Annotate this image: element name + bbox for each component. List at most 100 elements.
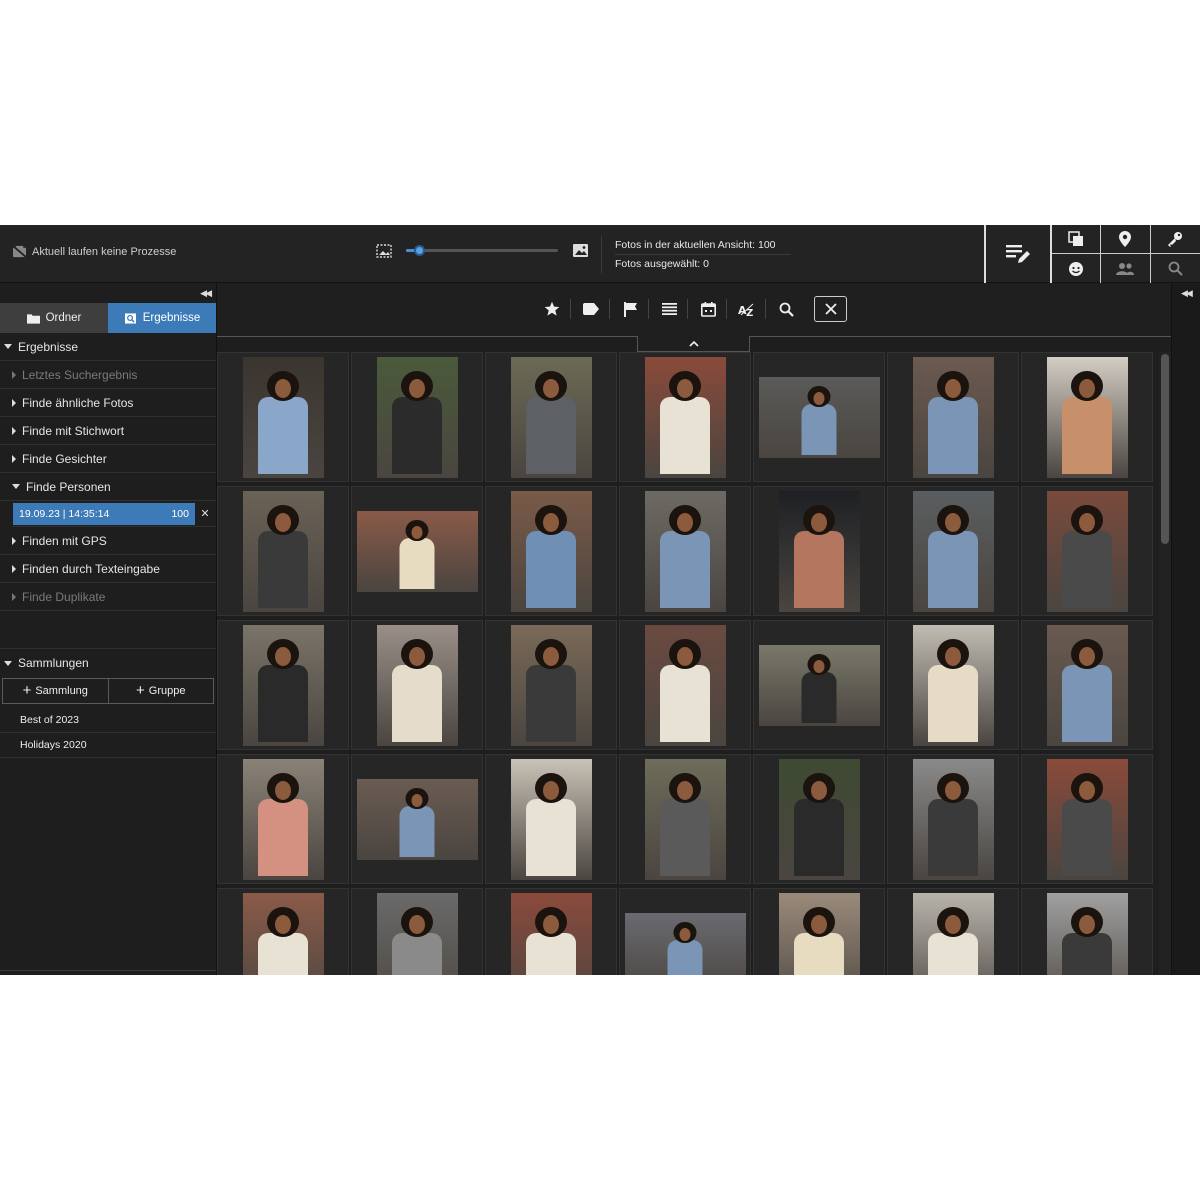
zoom-knob[interactable] xyxy=(413,245,425,256)
thumbnail-size-slider[interactable] xyxy=(376,243,589,258)
photo-thumbnail[interactable] xyxy=(619,754,751,884)
photo-thumbnail[interactable] xyxy=(887,620,1019,750)
sort-az-icon: A Z xyxy=(738,303,754,317)
zoom-track[interactable] xyxy=(406,245,558,256)
sidebar-item-gps[interactable]: Finden mit GPS xyxy=(0,527,216,555)
date-filter-button[interactable] xyxy=(694,296,722,322)
persons-tool-button[interactable] xyxy=(1101,254,1151,283)
sidebar-item-text-input[interactable]: Finden durch Texteingabe xyxy=(0,555,216,583)
photo-thumbnail[interactable] xyxy=(217,486,349,616)
collapse-sidebar-icon[interactable]: ◀◀ xyxy=(200,288,212,299)
label-filter-button[interactable] xyxy=(577,296,605,322)
photo-thumbnail[interactable] xyxy=(887,352,1019,482)
photos-selected: Fotos ausgewählt: 0 xyxy=(615,258,709,270)
photo-thumbnail[interactable] xyxy=(753,620,885,750)
divider xyxy=(648,299,649,319)
photo-thumbnail[interactable] xyxy=(1021,620,1153,750)
photo-image xyxy=(510,892,592,975)
scrollbar-thumb[interactable] xyxy=(1161,354,1169,544)
photo-thumbnail[interactable] xyxy=(887,486,1019,616)
tab-ergebnisse[interactable]: Ergebnisse xyxy=(108,303,216,333)
photo-thumbnail[interactable] xyxy=(753,888,885,975)
results-header[interactable]: Ergebnisse xyxy=(0,333,216,361)
selected-search-result[interactable]: 19.09.23 | 14:35:14 100 ✕ xyxy=(13,501,216,527)
photo-image xyxy=(778,490,860,612)
faces-tool-button[interactable] xyxy=(1052,254,1102,283)
tab-ordner[interactable]: Ordner xyxy=(0,303,108,333)
photo-image xyxy=(912,624,994,746)
rating-filter-button[interactable] xyxy=(538,296,566,322)
divider xyxy=(609,299,610,319)
sort-button[interactable]: A Z xyxy=(733,296,761,322)
people-icon xyxy=(1116,262,1135,275)
photo-thumbnail[interactable] xyxy=(217,754,349,884)
sidebar-item-similar-photos[interactable]: Finde ähnliche Fotos xyxy=(0,389,216,417)
photos-in-view: Fotos in der aktuellen Ansicht: 100 xyxy=(615,236,791,255)
photo-thumbnail[interactable] xyxy=(619,486,751,616)
photo-thumbnail[interactable] xyxy=(887,888,1019,975)
photo-thumbnail[interactable] xyxy=(217,888,349,975)
photo-image xyxy=(912,490,994,612)
photo-thumbnail[interactable] xyxy=(619,352,751,482)
photo-thumbnail[interactable] xyxy=(753,486,885,616)
tab-ergebnisse-label: Ergebnisse xyxy=(142,312,201,324)
expand-panel-icon[interactable]: ◀◀ xyxy=(1181,288,1193,299)
sidebar-item-keyword[interactable]: Finde mit Stichwort xyxy=(0,417,216,445)
flag-filter-button[interactable] xyxy=(616,296,644,322)
photo-thumbnail[interactable] xyxy=(485,620,617,750)
gps-tool-button[interactable] xyxy=(1101,225,1151,254)
photo-thumbnail[interactable] xyxy=(1021,352,1153,482)
edit-metadata-button[interactable] xyxy=(986,225,1052,283)
photo-thumbnail[interactable] xyxy=(217,620,349,750)
photo-image xyxy=(644,758,726,880)
photo-thumbnail[interactable] xyxy=(1021,888,1153,975)
photo-thumbnail[interactable] xyxy=(351,754,483,884)
process-status-text: Aktuell laufen keine Prozesse xyxy=(32,245,177,258)
photo-thumbnail[interactable] xyxy=(485,352,617,482)
collections-header[interactable]: Sammlungen xyxy=(0,649,216,677)
photo-thumbnail[interactable] xyxy=(351,620,483,750)
photo-thumbnail[interactable] xyxy=(351,352,483,482)
photo-thumbnail[interactable] xyxy=(485,754,617,884)
sidebar-item-last-result[interactable]: Letztes Suchergebnis xyxy=(0,361,216,389)
photo-thumbnail[interactable] xyxy=(351,888,483,975)
sidebar-tabs: Ordner Ergebnisse xyxy=(0,303,216,333)
divider xyxy=(570,299,571,319)
search-filter-button[interactable] xyxy=(772,296,800,322)
small-thumbnail-icon[interactable] xyxy=(376,243,392,258)
sidebar-item-duplicates[interactable]: Finde Duplikate xyxy=(0,583,216,611)
sidebar-item-persons[interactable]: Finde Personen xyxy=(0,473,216,501)
add-collection-button[interactable]: + Sammlung xyxy=(3,679,108,703)
search-result-bar[interactable]: 19.09.23 | 14:35:14 100 xyxy=(13,502,195,525)
remove-result-icon[interactable]: ✕ xyxy=(195,507,215,520)
collection-item[interactable]: Best of 2023 xyxy=(0,708,216,733)
search-tool-button[interactable] xyxy=(1151,254,1200,283)
photo-thumbnail[interactable] xyxy=(485,888,617,975)
photo-thumbnail[interactable] xyxy=(485,486,617,616)
grid-scrollbar[interactable] xyxy=(1159,352,1171,975)
add-group-button[interactable]: + Gruppe xyxy=(107,679,214,703)
sidebar-item-faces[interactable]: Finde Gesichter xyxy=(0,445,216,473)
list-filter-button[interactable] xyxy=(655,296,683,322)
photo-thumbnail[interactable] xyxy=(619,620,751,750)
photo-thumbnail[interactable] xyxy=(1021,486,1153,616)
results-header-label: Ergebnisse xyxy=(18,339,79,354)
photo-thumbnail[interactable] xyxy=(753,754,885,884)
photo-thumbnail[interactable] xyxy=(351,486,483,616)
photo-thumbnail[interactable] xyxy=(753,352,885,482)
collapse-toolbar-button[interactable] xyxy=(637,336,750,352)
clear-filters-button[interactable] xyxy=(814,296,847,322)
photo-thumbnail[interactable] xyxy=(887,754,1019,884)
photo-thumbnail[interactable] xyxy=(619,888,751,975)
app-window: Aktuell laufen keine Prozesse Fotos in d… xyxy=(0,225,1200,975)
duplicates-tool-button[interactable] xyxy=(1052,225,1102,254)
collection-item[interactable]: Holidays 2020 xyxy=(0,733,216,758)
large-thumbnail-icon[interactable] xyxy=(572,243,589,258)
photo-thumbnail[interactable] xyxy=(217,352,349,482)
photo-image xyxy=(242,758,324,880)
photo-thumbnail[interactable] xyxy=(1021,754,1153,884)
tool-panel xyxy=(984,225,1200,283)
photo-image xyxy=(1046,624,1128,746)
keyword-tool-button[interactable] xyxy=(1150,225,1200,254)
divider xyxy=(0,970,216,971)
